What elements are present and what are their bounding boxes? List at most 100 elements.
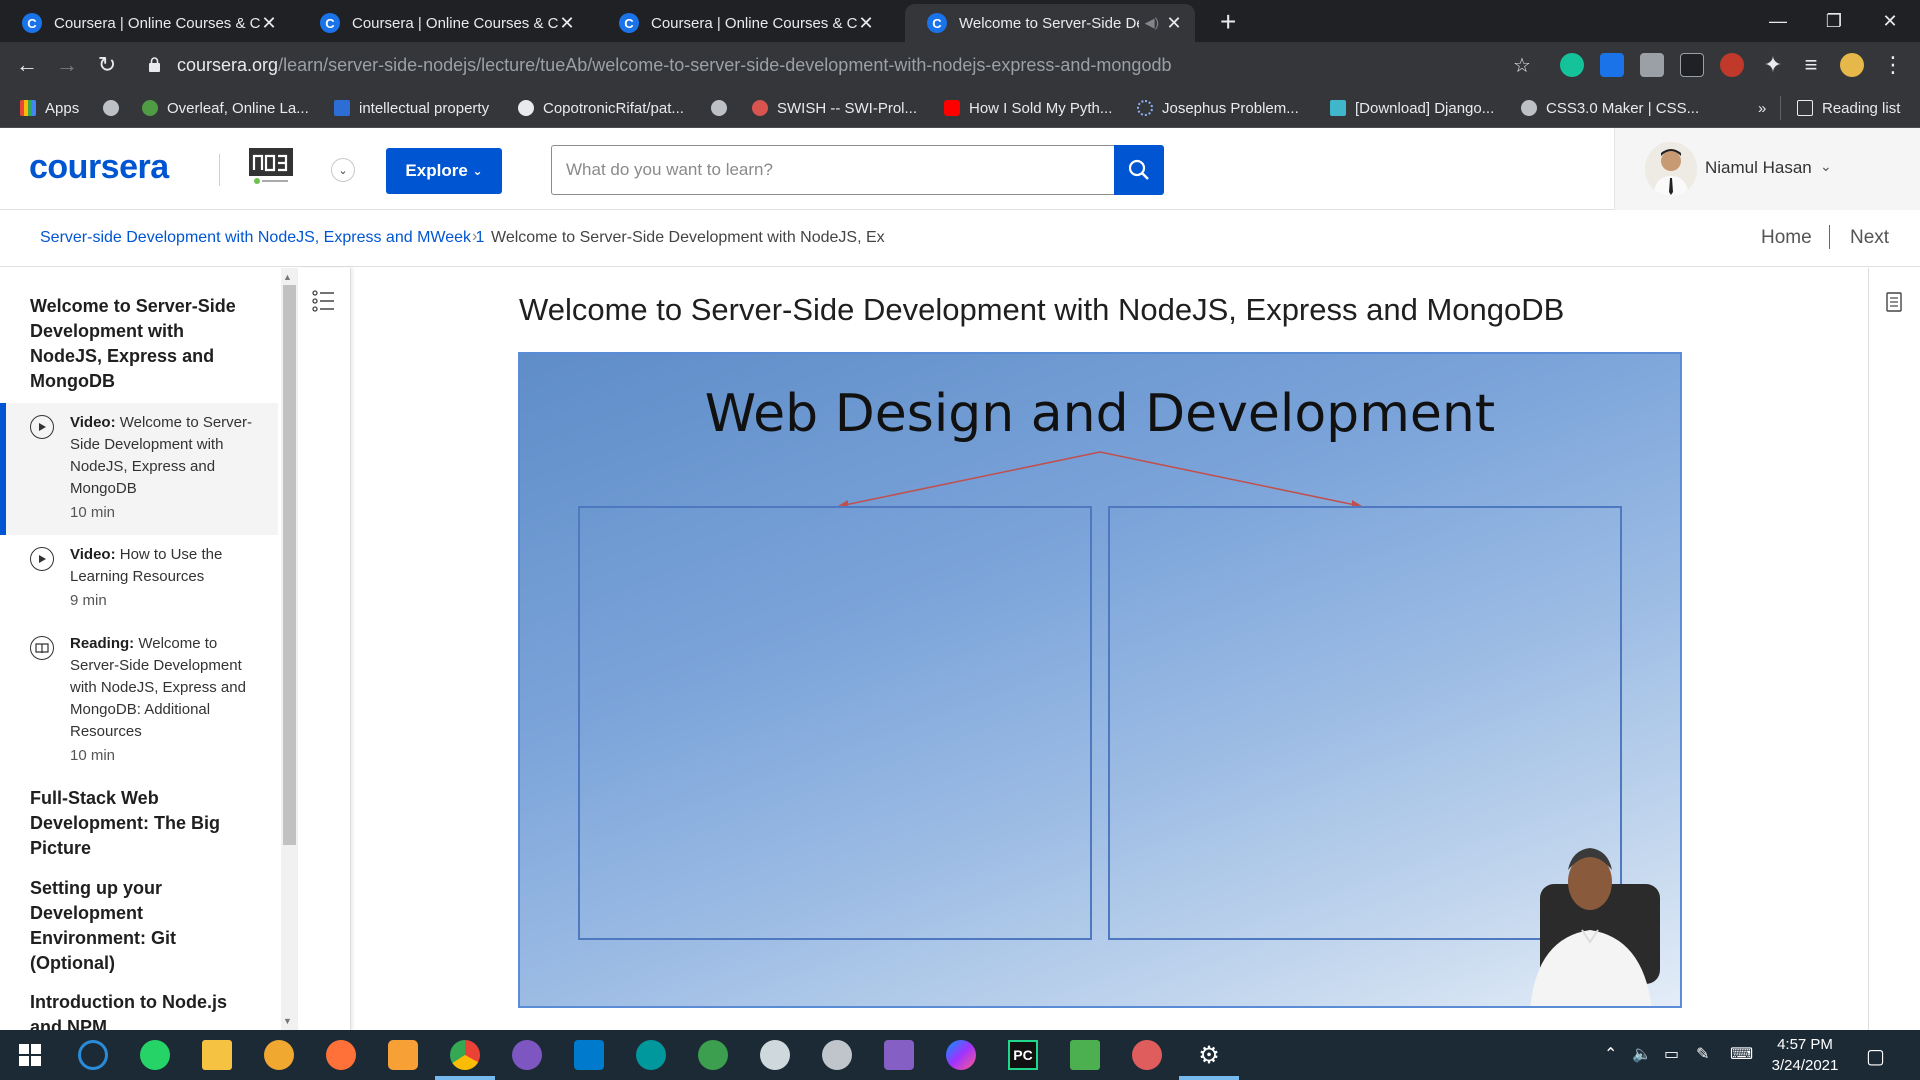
browser-tab[interactable]: C Coursera | Online Courses & Credential… (298, 4, 588, 42)
next-link[interactable]: Next (1850, 227, 1889, 249)
messenger-icon[interactable] (946, 1040, 976, 1070)
bookmark-globe[interactable] (103, 88, 128, 128)
media-queue-icon[interactable]: ≡ (1798, 52, 1824, 78)
close-tab-icon[interactable]: ✕ (558, 13, 576, 34)
sidebar-item-video-resources[interactable]: Video: How to Use the Learning Resources… (0, 535, 278, 623)
sidebar-module-title[interactable]: Welcome to Server-Side Development with … (30, 294, 260, 394)
vscode-icon[interactable] (574, 1040, 604, 1070)
grammarly-extension-icon[interactable] (1560, 53, 1584, 77)
extension-badge-icon[interactable] (1600, 53, 1624, 77)
bookmark-github[interactable]: CopotronicRifat/pat... (518, 88, 684, 128)
bookmark-intellectual-property[interactable]: intellectual property (334, 88, 489, 128)
breadcrumb-course-link[interactable]: Server-side Development with NodeJS, Exp… (40, 229, 484, 247)
new-tab-button[interactable]: + (1220, 6, 1236, 38)
more-bookmarks-button[interactable]: » (1758, 88, 1766, 128)
sidebar-section-nodejs-npm[interactable]: Introduction to Node.js and NPM (30, 990, 260, 1030)
firefox-icon[interactable] (326, 1040, 356, 1070)
search-input[interactable] (551, 145, 1114, 195)
back-arrow-icon[interactable]: ← (14, 52, 40, 78)
breadcrumb-chevron-icon: › (472, 228, 478, 245)
app-icon[interactable] (698, 1040, 728, 1070)
video-player[interactable]: Web Design and Development (518, 352, 1682, 1008)
keyboard-icon[interactable]: ⌨ (1730, 1044, 1753, 1064)
close-tab-icon[interactable]: ✕ (857, 13, 875, 34)
puzzle-extensions-icon[interactable]: ✦ (1760, 52, 1786, 78)
profile-avatar-icon[interactable] (1840, 53, 1864, 77)
reading-list-button[interactable]: Reading list (1797, 88, 1900, 128)
app-icon[interactable] (822, 1040, 852, 1070)
browser-tab[interactable]: C Coursera | Online Courses & Credential… (597, 4, 887, 42)
tab-title: Coursera | Online Courses & Credentials (352, 14, 558, 32)
volume-icon[interactable]: 🔈 (1632, 1044, 1652, 1064)
user-menu[interactable]: Niamul Hasan ⌄ (1614, 128, 1920, 210)
nodejs-course-logo-icon[interactable] (249, 148, 293, 186)
whatsapp-icon[interactable] (140, 1040, 170, 1070)
pen-icon[interactable]: ✎ (1696, 1044, 1709, 1064)
github-desktop-icon[interactable] (512, 1040, 542, 1070)
chrome-icon[interactable] (450, 1040, 480, 1070)
reload-icon[interactable]: ↻ (94, 52, 120, 78)
sidebar-section-big-picture[interactable]: Full-Stack Web Development: The Big Pict… (30, 786, 260, 861)
loading-icon (1137, 100, 1153, 116)
audio-playing-icon[interactable]: ◀) (1145, 15, 1159, 31)
search-button[interactable] (1114, 145, 1164, 195)
browser-tab[interactable]: C Coursera | Online Courses & Credential… (0, 4, 290, 42)
bookmark-youtube[interactable]: How I Sold My Pyth... (944, 88, 1112, 128)
bookmark-swish[interactable]: SWISH -- SWI-Prol... (752, 88, 917, 128)
app-icon[interactable] (1132, 1040, 1162, 1070)
globe-icon (103, 100, 119, 116)
lock-icon[interactable] (148, 57, 161, 72)
search-circle-icon[interactable] (78, 1040, 108, 1070)
minimize-window-icon[interactable]: — (1748, 0, 1808, 42)
address-bar[interactable]: coursera.org/learn/server-side-nodejs/le… (177, 55, 1171, 76)
site-icon (1330, 100, 1346, 116)
menu-kebab-icon[interactable]: ⋮ (1880, 52, 1906, 78)
list-icon[interactable] (312, 290, 336, 312)
sidebar-section-git[interactable]: Setting up your Development Environment:… (30, 876, 260, 976)
forward-arrow-icon[interactable]: → (54, 52, 80, 78)
notes-icon[interactable] (1886, 292, 1902, 312)
coursera-favicon: C (320, 13, 340, 33)
extension-icon[interactable] (1720, 53, 1744, 77)
restore-window-icon[interactable]: ❐ (1804, 0, 1864, 42)
pycharm-icon[interactable]: PC (1008, 1040, 1038, 1070)
bookmark-apps[interactable]: Apps (20, 88, 79, 128)
bookmark-star-icon[interactable]: ☆ (1509, 52, 1535, 78)
app-icon[interactable] (388, 1040, 418, 1070)
notifications-icon[interactable]: ▢ (1866, 1044, 1885, 1069)
sidebar-scrollbar-thumb[interactable] (283, 285, 296, 845)
coursera-logo[interactable]: coursera (29, 148, 169, 187)
network-icon[interactable]: ▭ (1664, 1044, 1679, 1064)
app-icon[interactable] (1070, 1040, 1100, 1070)
chevron-down-icon[interactable]: ⌄ (331, 158, 355, 182)
bookmark-globe[interactable] (711, 88, 736, 128)
app-icon[interactable] (264, 1040, 294, 1070)
camera-extension-icon[interactable] (1640, 53, 1664, 77)
item-type: Video: (70, 414, 116, 431)
windows-start-icon[interactable] (15, 1040, 45, 1070)
visual-studio-icon[interactable] (884, 1040, 914, 1070)
close-tab-icon[interactable]: ✕ (260, 13, 278, 34)
file-explorer-icon[interactable] (202, 1040, 232, 1070)
sidebar-item-reading-resources[interactable]: Reading: Welcome to Server-Side Developm… (0, 624, 278, 780)
browser-tab-active[interactable]: C Welcome to Server-Side Development ◀) … (905, 4, 1195, 42)
close-window-icon[interactable]: ✕ (1860, 0, 1920, 42)
extension-icon[interactable] (1680, 53, 1704, 77)
header-divider (219, 154, 220, 186)
home-link[interactable]: Home (1761, 227, 1812, 249)
user-name: Niamul Hasan (1705, 158, 1812, 177)
close-tab-icon[interactable]: ✕ (1165, 13, 1183, 34)
arduino-icon[interactable] (636, 1040, 666, 1070)
settings-gear-icon[interactable]: ⚙ (1194, 1040, 1224, 1070)
tray-chevron-up-icon[interactable]: ⌃ (1604, 1044, 1617, 1064)
bookmark-overleaf[interactable]: Overleaf, Online La... (142, 88, 309, 128)
sidebar-item-video-welcome[interactable]: Video: Welcome to Server-Side Developmen… (0, 403, 278, 535)
bookmark-django[interactable]: [Download] Django... (1330, 88, 1494, 128)
bookmark-josephus[interactable]: Josephus Problem... (1137, 88, 1299, 128)
system-clock[interactable]: 4:57 PM 3/24/2021 (1760, 1034, 1850, 1076)
scroll-down-arrow-icon[interactable]: ▼ (283, 1016, 292, 1026)
bookmark-css3-maker[interactable]: CSS3.0 Maker | CSS... (1521, 88, 1699, 128)
app-icon[interactable] (760, 1040, 790, 1070)
scroll-up-arrow-icon[interactable]: ▲ (283, 272, 292, 282)
explore-button[interactable]: Explore ⌄ (386, 148, 502, 194)
